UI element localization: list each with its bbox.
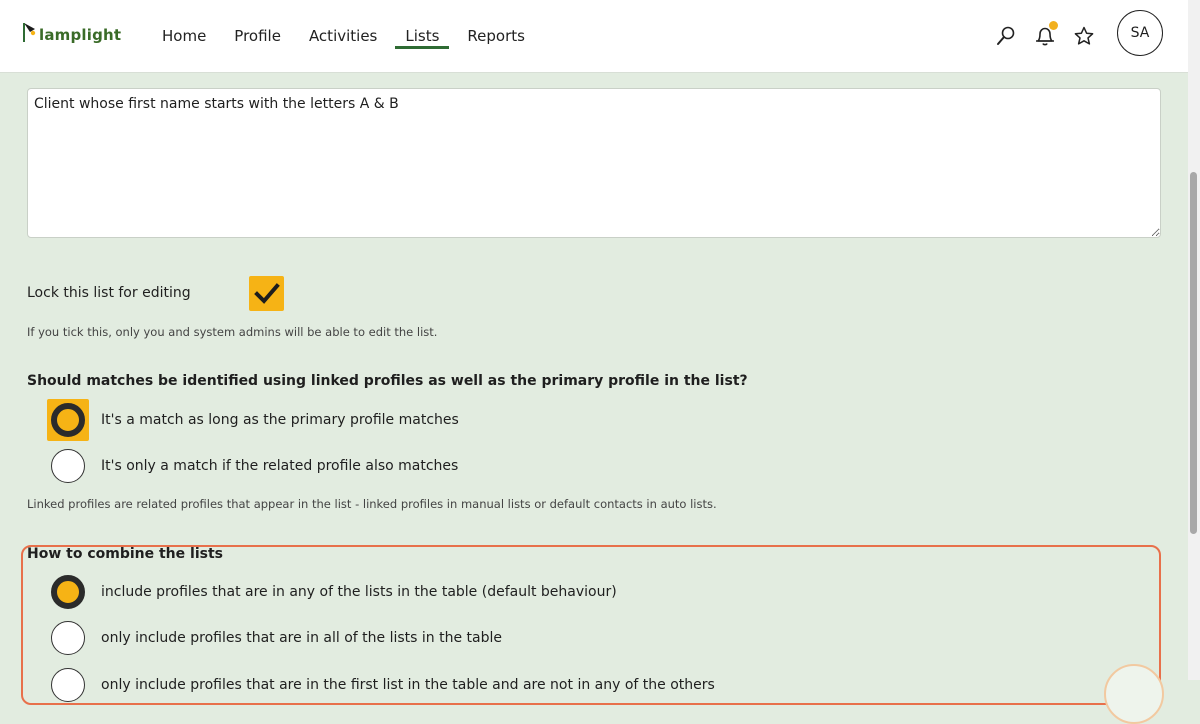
radio-combine-first[interactable] — [51, 668, 85, 702]
radio-primary-match[interactable] — [51, 403, 85, 437]
header-icons — [988, 0, 1105, 72]
linked-help-text: Linked profiles are related profiles tha… — [27, 497, 717, 511]
logo-text: lamplight — [39, 26, 122, 44]
nav-home[interactable]: Home — [150, 0, 218, 72]
lock-list-label: Lock this list for editing — [27, 285, 191, 301]
radio-label: It's only a match if the related profile… — [101, 458, 459, 474]
top-navigation-bar: lamplight Home Profile Activities Lists … — [0, 0, 1188, 73]
radio-label: only include profiles that are in all of… — [101, 630, 502, 646]
scrollbar-thumb[interactable] — [1190, 172, 1197, 534]
radio-wrap — [47, 617, 89, 659]
radio-label: include profiles that are in any of the … — [101, 584, 617, 600]
search-icon[interactable] — [988, 18, 1024, 54]
user-avatar[interactable]: SA — [1117, 10, 1163, 56]
floating-help-button[interactable] — [1104, 664, 1164, 724]
bell-icon[interactable] — [1027, 18, 1063, 54]
radio-combine-any[interactable] — [51, 575, 85, 609]
radio-combine-all[interactable] — [51, 621, 85, 655]
combine-option-all[interactable]: only include profiles that are in all of… — [47, 617, 502, 659]
radio-wrap — [47, 571, 89, 613]
radio-label: It's a match as long as the primary prof… — [101, 412, 459, 428]
nav-reports[interactable]: Reports — [455, 0, 537, 72]
radio-wrap — [47, 445, 89, 487]
checkmark-icon — [253, 282, 280, 304]
radio-label: only include profiles that are in the fi… — [101, 677, 715, 693]
nav-lists[interactable]: Lists — [393, 0, 451, 72]
radio-wrap — [47, 664, 89, 706]
combine-option-any[interactable]: include profiles that are in any of the … — [47, 571, 617, 613]
linked-option-related[interactable]: It's only a match if the related profile… — [47, 445, 458, 487]
combine-option-first-only[interactable]: only include profiles that are in the fi… — [47, 664, 715, 706]
nav-profile[interactable]: Profile — [222, 0, 293, 72]
list-description-input[interactable]: Client whose first name starts with the … — [27, 88, 1161, 238]
notification-dot — [1049, 21, 1058, 30]
star-icon[interactable] — [1066, 18, 1102, 54]
lock-help-text: If you tick this, only you and system ad… — [27, 325, 438, 339]
lamplight-logo[interactable]: lamplight — [22, 16, 121, 44]
page-scrollbar[interactable] — [1188, 0, 1200, 680]
linked-option-primary[interactable]: It's a match as long as the primary prof… — [47, 399, 459, 441]
radio-related-match[interactable] — [51, 449, 85, 483]
main-nav: Home Profile Activities Lists Reports — [150, 0, 541, 72]
nav-activities[interactable]: Activities — [297, 0, 389, 72]
radio-focus-ring — [47, 399, 89, 441]
combine-lists-title: How to combine the lists — [27, 546, 223, 562]
lock-list-checkbox[interactable] — [249, 276, 284, 311]
lamp-logo-icon — [22, 20, 38, 44]
linked-profiles-question: Should matches be identified using linke… — [27, 373, 748, 389]
